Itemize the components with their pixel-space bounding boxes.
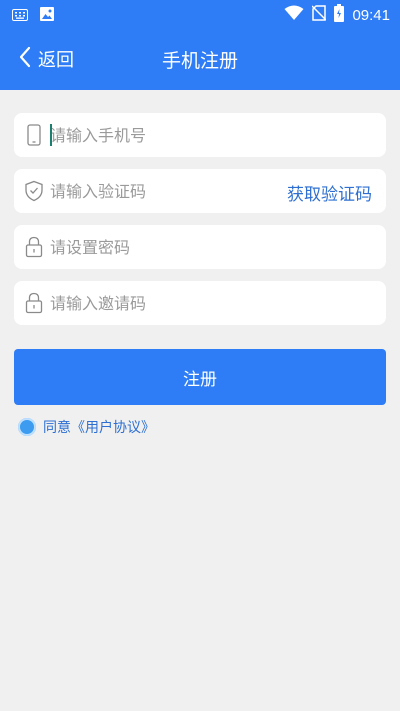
invite-field[interactable] (14, 281, 386, 325)
password-input[interactable] (50, 225, 280, 269)
agree-radio[interactable] (18, 418, 36, 436)
agreement-row: 同意《用户协议》 (18, 417, 155, 437)
lock-icon (23, 236, 45, 258)
phone-input[interactable] (50, 113, 280, 157)
shield-check-icon (23, 180, 45, 202)
get-code-button[interactable]: 获取验证码 (287, 180, 372, 205)
agreement-link[interactable]: 同意《用户协议》 (43, 417, 155, 437)
phone-field[interactable] (14, 113, 386, 157)
no-sim-icon (311, 5, 327, 25)
wifi-icon (284, 5, 304, 25)
lock-icon (23, 292, 45, 314)
code-field[interactable]: 获取验证码 (14, 169, 386, 213)
invite-input[interactable] (50, 281, 280, 325)
status-right: 09:41 (284, 4, 390, 26)
status-bar: 09:41 (0, 0, 400, 28)
page-title: 手机注册 (161, 50, 238, 72)
image-icon (40, 6, 54, 25)
battery-icon (334, 4, 345, 26)
password-field[interactable] (14, 225, 386, 269)
code-input[interactable] (50, 169, 280, 213)
phone-icon (23, 124, 45, 146)
register-button[interactable]: 注册 (14, 349, 386, 405)
app-header: 返回 手机注册 (0, 28, 400, 90)
keyboard-icon (12, 6, 28, 25)
status-time: 09:41 (352, 6, 390, 24)
text-cursor (50, 124, 52, 146)
status-left (12, 6, 54, 25)
